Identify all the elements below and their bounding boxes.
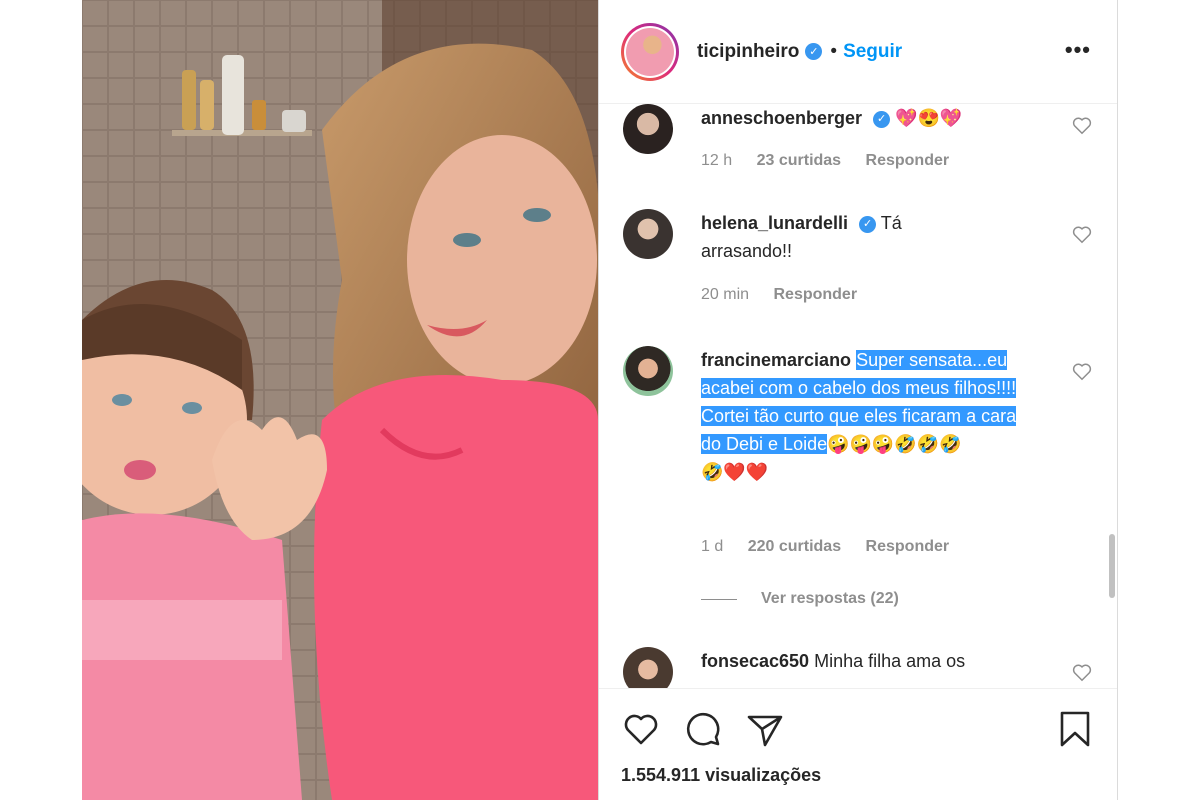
comment-content: 💖😍💖 <box>895 108 963 128</box>
comment-username[interactable]: fonsecac650 <box>701 651 809 671</box>
comment-text: fonsecac650 Minha filha ama os <box>701 647 1041 675</box>
view-replies-button[interactable]: Ver respostas (22) <box>701 590 899 608</box>
post-username[interactable]: ticipinheiro <box>697 41 799 63</box>
comment-meta: 20 min Responder <box>701 286 877 304</box>
comments-scrollbar[interactable] <box>1109 534 1115 598</box>
bookmark-icon[interactable] <box>1055 709 1095 749</box>
comment-emojis: 🤪🤪🤪🤣🤣🤣 <box>827 434 962 454</box>
comment-meta: 1 d 220 curtidas Responder <box>701 538 969 556</box>
profile-avatar[interactable] <box>621 22 679 81</box>
post-header: ticipinheiro ✓ • Seguir ••• <box>599 0 1117 104</box>
reply-button[interactable]: Responder <box>866 538 950 555</box>
comment-avatar[interactable] <box>623 209 673 259</box>
action-bar <box>621 709 785 749</box>
reply-button[interactable]: Responder <box>866 152 950 169</box>
reply-button[interactable]: Responder <box>773 286 857 303</box>
comment-icon[interactable] <box>683 709 723 749</box>
comment-emojis-line-2: 🤣❤️❤️ <box>701 462 769 482</box>
comment-like-heart-icon[interactable] <box>1071 661 1093 683</box>
comment-content: Minha filha ama os <box>814 651 966 671</box>
comment-avatar[interactable] <box>623 647 673 688</box>
more-options-icon[interactable]: ••• <box>1065 37 1091 63</box>
view-count: 1.554.911 visualizações <box>621 765 822 785</box>
comment-username[interactable]: francinemarciano <box>701 350 851 370</box>
follow-button[interactable]: Seguir <box>843 41 902 63</box>
comment-username[interactable]: anneschoenberger <box>701 108 862 128</box>
post-footer: 1.554.911 visualizações <box>599 688 1117 800</box>
replies-divider <box>701 598 737 600</box>
heart-icon[interactable] <box>621 709 661 749</box>
comments-list[interactable]: anneschoenberger ✓ 💖😍💖 12 h 23 curtidas … <box>599 104 1117 688</box>
avatar-image <box>626 27 674 76</box>
post-side-panel: ticipinheiro ✓ • Seguir ••• anneschoenbe… <box>598 0 1118 800</box>
comment-text: anneschoenberger ✓ 💖😍💖 <box>701 104 1021 132</box>
comment-time: 12 h <box>701 152 733 169</box>
comment-likes[interactable]: 220 curtidas <box>748 538 841 555</box>
view-replies-label: Ver respostas (22) <box>761 590 899 607</box>
post-video[interactable] <box>82 0 598 800</box>
comment-avatar[interactable] <box>623 346 673 396</box>
header-separator: • <box>830 40 838 62</box>
video-frame-image <box>82 0 598 800</box>
comment-likes[interactable]: 23 curtidas <box>757 152 841 169</box>
verified-badge-icon: ✓ <box>859 215 877 233</box>
comment-username[interactable]: helena_lunardelli <box>701 213 848 233</box>
comment-like-heart-icon[interactable] <box>1071 223 1093 245</box>
verified-badge-icon: ✓ <box>873 110 891 128</box>
paper-plane-icon[interactable] <box>745 709 785 749</box>
comment-avatar[interactable] <box>623 104 673 154</box>
comment-time: 1 d <box>701 538 724 555</box>
comment-meta: 12 h 23 curtidas Responder <box>701 152 969 170</box>
comment-time: 20 min <box>701 286 750 303</box>
verified-badge-icon: ✓ <box>805 43 823 60</box>
post-frame: ticipinheiro ✓ • Seguir ••• anneschoenbe… <box>82 0 1118 800</box>
comment-text: francinemarciano Super sensata...eu acab… <box>701 346 1023 486</box>
comment-text: helena_lunardelli ✓ Tá arrasando!! <box>701 209 931 265</box>
comment-like-heart-icon[interactable] <box>1071 360 1093 382</box>
comment-like-heart-icon[interactable] <box>1071 114 1093 136</box>
